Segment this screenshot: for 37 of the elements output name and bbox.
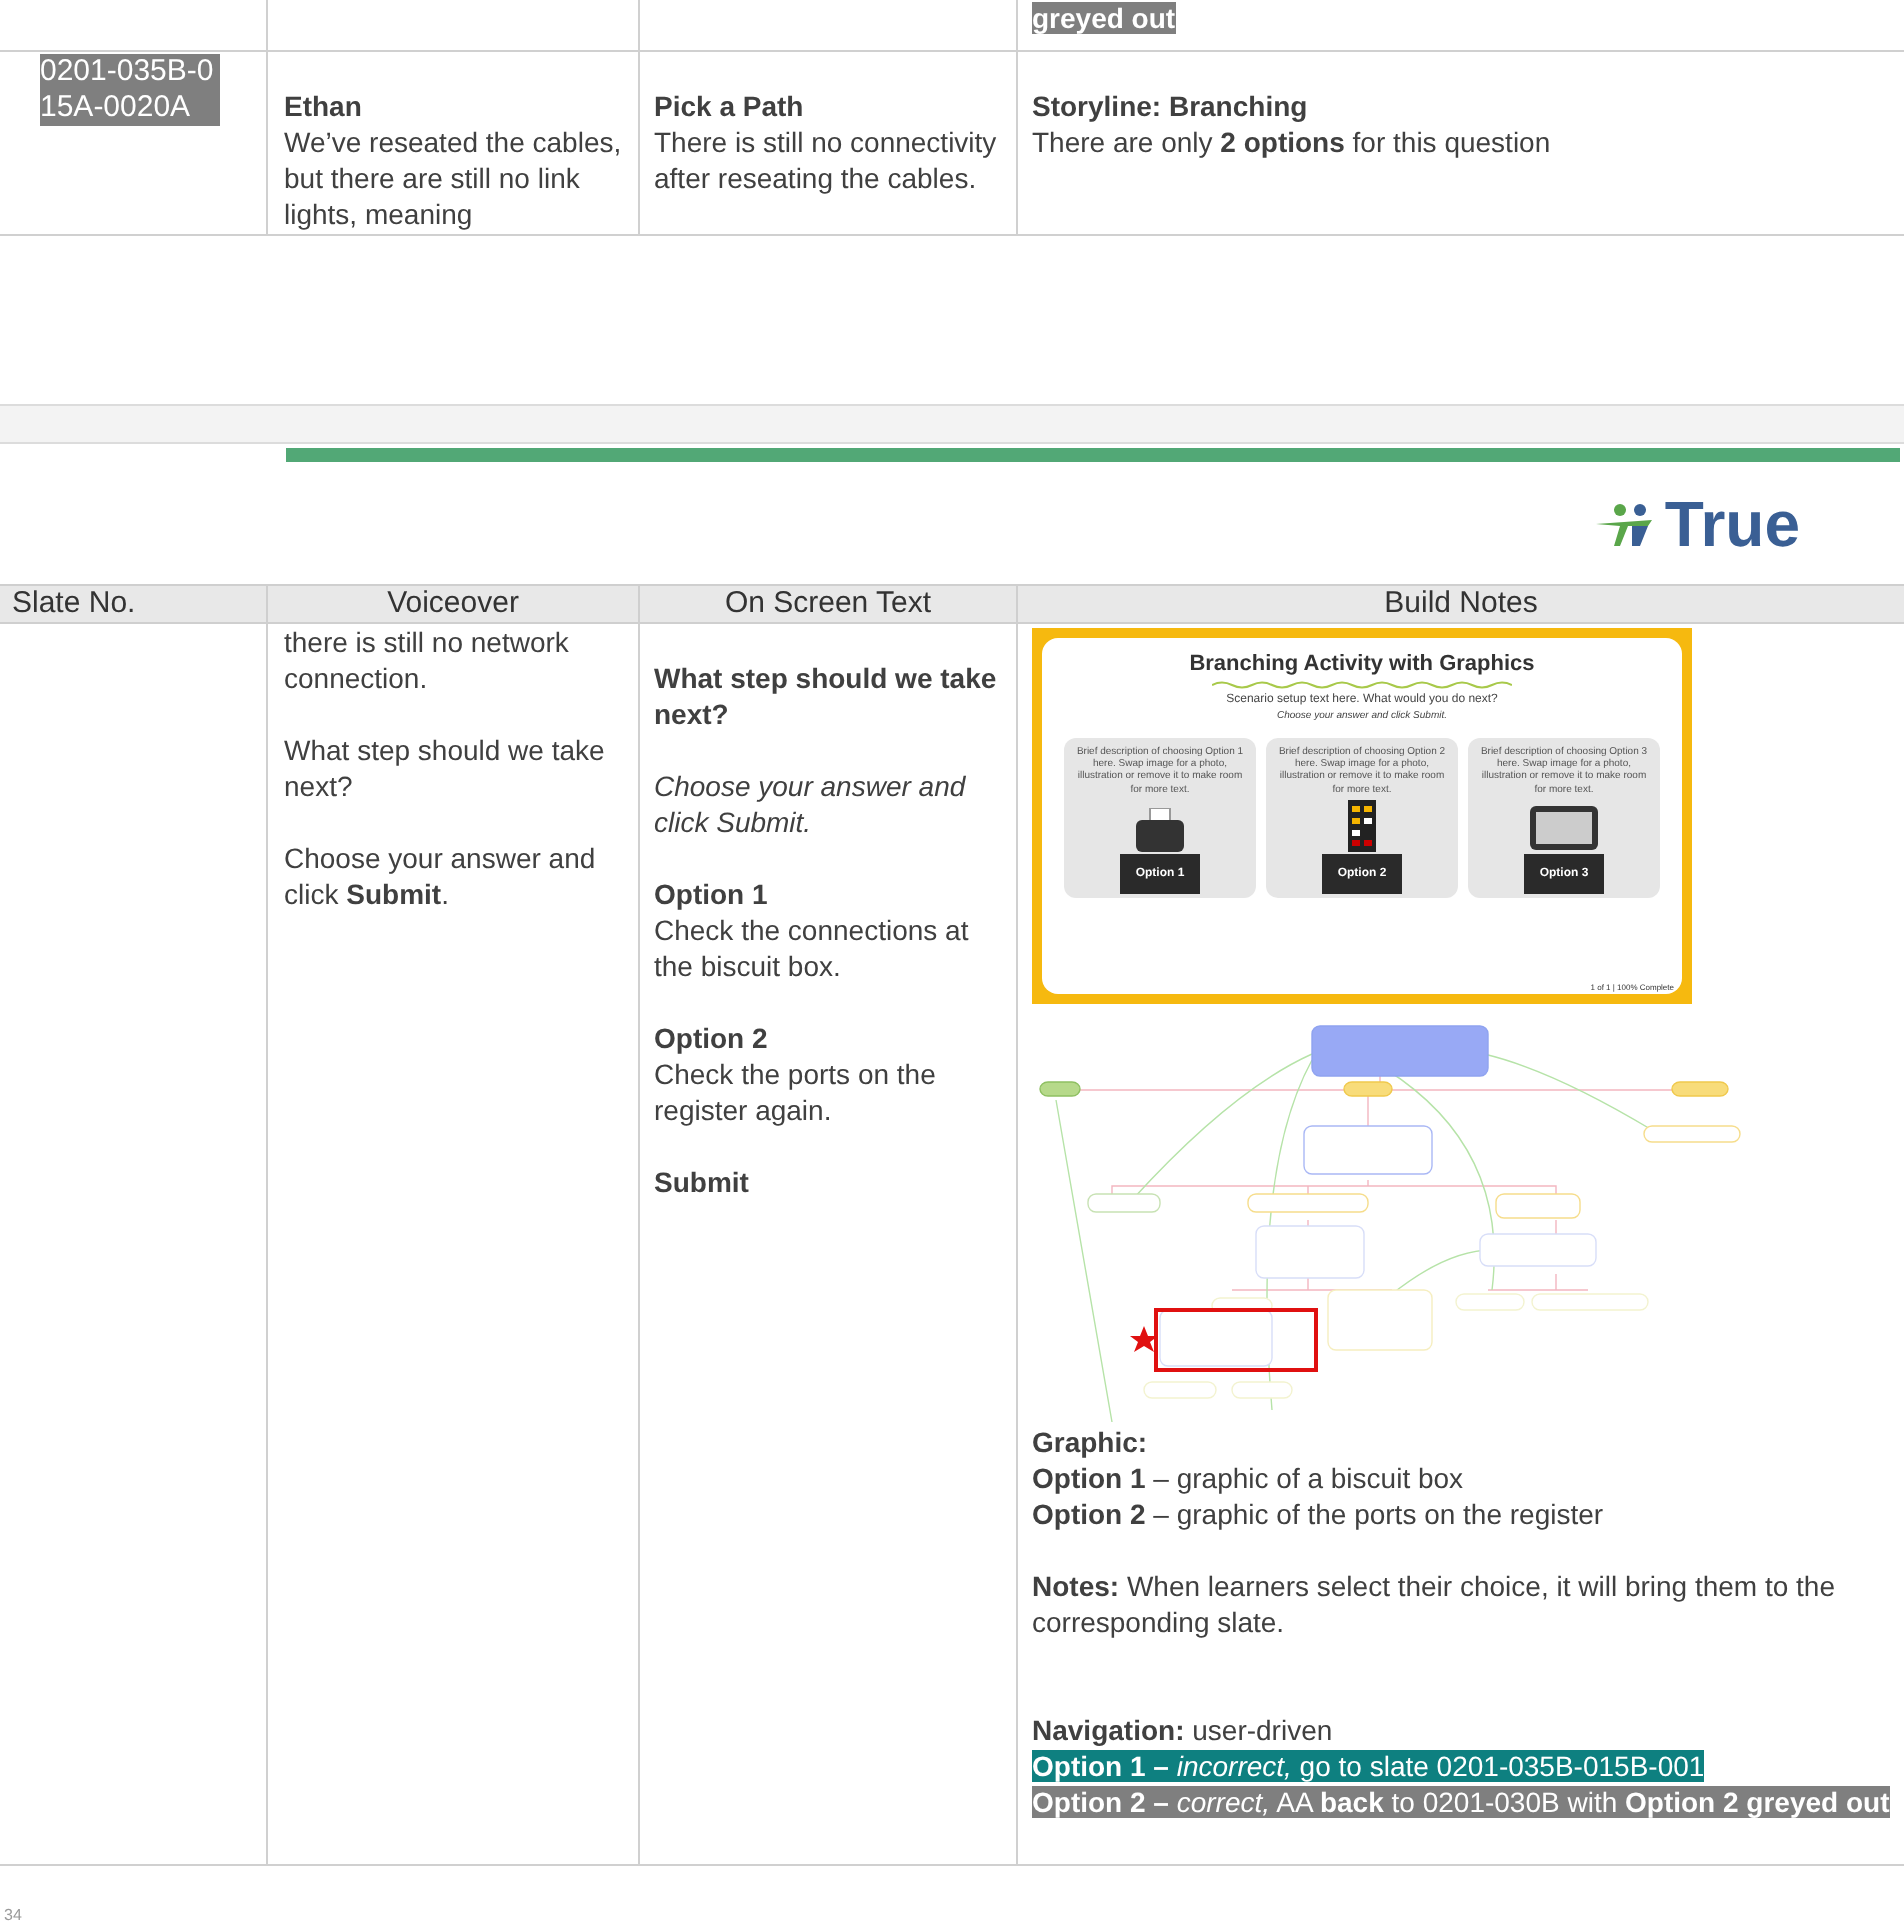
slate-number: 0201-035B-015A-0020A: [40, 54, 220, 126]
voiceover-text: Choose your answer and click Submit.: [284, 840, 598, 912]
column-header: Slate No.: [12, 586, 136, 620]
logo-text: True: [1664, 491, 1800, 555]
page-number: 34: [4, 1906, 22, 1924]
slide-title: Branching Activity with Graphics: [1189, 654, 1535, 676]
voiceover-text: there is still no network connection.: [284, 624, 571, 696]
speaker-name: Ethan: [284, 88, 364, 124]
option-text: Check the ports on the register again.: [654, 1056, 938, 1128]
graphic-note: Option 1 – graphic of a biscuit box: [1032, 1460, 1466, 1496]
option-text: Check the connections at the biscuit box.: [654, 912, 971, 984]
voiceover-text: What step should we take next?: [284, 732, 607, 804]
column-header: Build Notes: [1384, 586, 1538, 620]
squiggle-icon: [1212, 680, 1512, 690]
screen-text: There is still no connectivity after reseating the cables.: [654, 124, 999, 196]
screen-heading: Submit: [654, 1164, 751, 1200]
printer-icon: [1132, 807, 1188, 852]
highlighted-text: Option 2 – correct, AA back to 0201-030B with Option 2 greyed out: [1032, 1786, 1890, 1818]
navigation-text: Navigation: user-driven: [1032, 1712, 1335, 1748]
column-header: Voiceover: [387, 586, 519, 620]
column-header: On Screen Text: [724, 586, 932, 620]
build-title: Storyline: Branching: [1032, 88, 1310, 124]
tablet-icon: [1528, 803, 1600, 852]
option-title: Option 2: [654, 1020, 770, 1056]
highlighted-text: greyed out: [1032, 2, 1176, 34]
port-panel-icon: [1348, 799, 1376, 852]
voiceover-text: We’ve reseated the cables, but there are still no link lights, meaning: [284, 124, 622, 232]
graphic-note: Option 2 – graphic of the ports on the register: [1032, 1496, 1606, 1532]
screen-heading: What step should we take next?: [654, 660, 999, 732]
graphic-heading: Graphic:: [1032, 1424, 1150, 1460]
logo-icon: [1596, 501, 1657, 545]
option-title: Option 1: [654, 876, 770, 912]
highlighted-text: Option 1 – incorrect, go to slate 0201-035B-015B-001: [1032, 1750, 1705, 1782]
screen-instruction: Choose your answer and click Submit.: [654, 768, 968, 840]
build-text: There are only 2 options for this question: [1032, 124, 1553, 160]
notes-text: Notes: When learners select their choice, it will bring them to the corresponding slate.: [1032, 1568, 1837, 1640]
screen-title: Pick a Path: [654, 88, 806, 124]
